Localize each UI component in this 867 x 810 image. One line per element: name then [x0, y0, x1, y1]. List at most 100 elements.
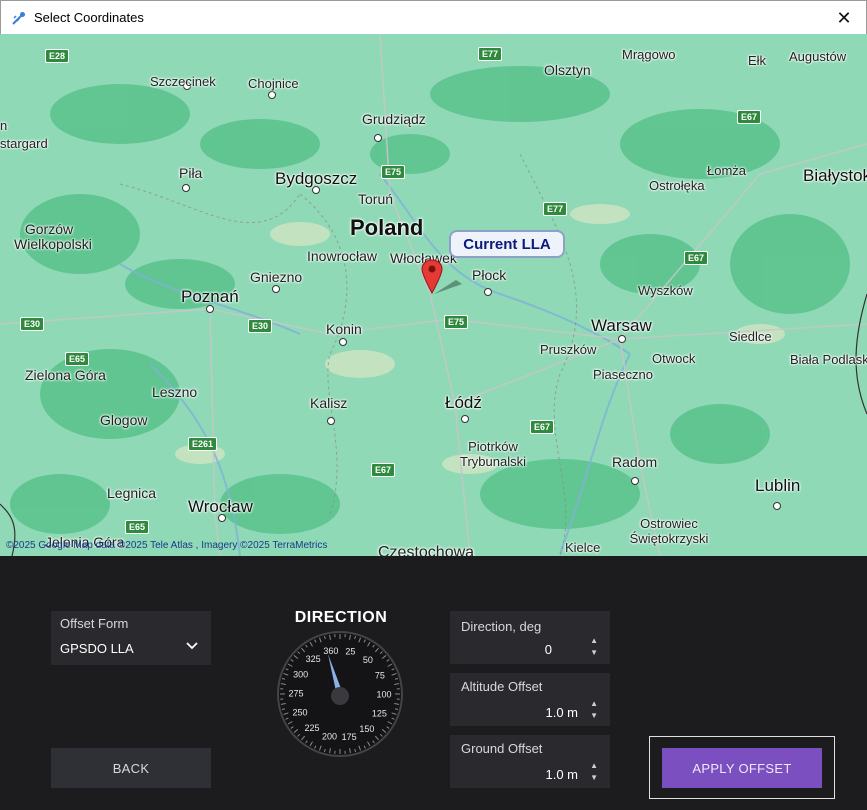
city-label: Inowrocław: [307, 248, 378, 264]
highway-shield: E77: [543, 202, 568, 216]
ground-offset-value[interactable]: 1.0 m: [545, 767, 578, 782]
dial-label: 275: [288, 688, 303, 698]
city-label: Piła: [179, 165, 203, 181]
decrement-icon[interactable]: ▼: [590, 772, 598, 784]
highway-shield: E67: [737, 110, 762, 124]
city-label: Biała Podlaska: [790, 352, 867, 367]
ground-spinner[interactable]: ▲ ▼: [590, 760, 598, 784]
city-label: Białystok: [803, 166, 867, 185]
city-label: Radom: [612, 454, 658, 470]
city-label: Częstochowa: [378, 544, 475, 556]
city-dot: [339, 338, 347, 346]
city-label: Ostrołęka: [649, 178, 705, 193]
city-dot: [327, 417, 335, 425]
altitude-spinner[interactable]: ▲ ▼: [590, 698, 598, 722]
city-label: Ostrowiec Świętokrzyski: [629, 516, 709, 546]
dial-label: 300: [293, 669, 308, 679]
altitude-offset-label: Altitude Offset: [461, 679, 543, 694]
city-label: Wrocław: [188, 497, 253, 516]
city-label: Warsaw: [591, 316, 652, 335]
highway-shield: E75: [444, 315, 469, 329]
decrement-icon[interactable]: ▼: [590, 647, 598, 659]
highway-shield: E28: [45, 49, 70, 63]
direction-deg-value[interactable]: 0: [545, 642, 552, 657]
ground-offset-field[interactable]: Ground Offset 1.0 m ▲ ▼: [450, 735, 610, 788]
highway-shield: E75: [381, 165, 406, 179]
offset-form-label: Offset Form: [60, 616, 129, 631]
city-dot: [182, 184, 190, 192]
city-dot: [374, 134, 382, 142]
country-label: Poland: [350, 215, 424, 240]
city-label: Toruń: [358, 191, 394, 207]
city-label: Grudziądz: [362, 111, 426, 127]
city-label: Pruszków: [540, 342, 597, 357]
city-label: Piotrków Trybunalski: [460, 439, 526, 469]
city-label: n: [0, 118, 8, 133]
city-label: Gniezno: [250, 269, 303, 285]
city-dot: [272, 285, 280, 293]
city-label: Bydgoszcz: [275, 169, 358, 188]
current-lla-label: Current LLA: [449, 230, 565, 258]
dial-label: 360: [323, 646, 338, 656]
city-label: Kielce: [565, 540, 601, 555]
highway-shield: E65: [65, 352, 90, 366]
highway-shield: E65: [125, 520, 150, 534]
direction-deg-field[interactable]: Direction, deg 0 ▲ ▼: [450, 611, 610, 664]
altitude-offset-field[interactable]: Altitude Offset 1.0 m ▲ ▼: [450, 673, 610, 726]
city-label: Poznań: [181, 287, 239, 306]
city-label: Legnica: [107, 485, 157, 501]
city-dot: [268, 91, 276, 99]
highway-shield: E77: [478, 47, 503, 61]
offset-form-value[interactable]: GPSDO LLA: [60, 641, 134, 656]
apply-offset-button[interactable]: APPLY OFFSET: [662, 748, 822, 788]
city-label: Leszno: [152, 384, 198, 400]
dial-label: 150: [359, 724, 374, 734]
highway-shield: E67: [684, 251, 709, 265]
dial-label: 200: [322, 732, 337, 742]
city-dot: [631, 477, 639, 485]
city-label: Szczecinek: [150, 74, 216, 89]
map-view[interactable]: E28 E77 E67 E75 E77 E30 E30 E65 E67 E75 …: [0, 34, 867, 556]
city-dot: [484, 288, 492, 296]
dial-label: 50: [363, 655, 373, 665]
dial-label: 125: [372, 709, 387, 719]
city-label: Augustów: [789, 49, 847, 64]
city-label: Lublin: [755, 476, 801, 495]
map-copyright: ©2025 Google Map data ©2025 Tele Atlas ,…: [6, 540, 328, 551]
location-pin-icon[interactable]: [420, 258, 468, 298]
highway-shield: E261: [188, 437, 218, 451]
city-label: stargard: [0, 136, 48, 151]
increment-icon[interactable]: ▲: [590, 760, 598, 772]
dial-label: 100: [376, 690, 391, 700]
direction-title: DIRECTION: [294, 609, 388, 626]
city-label: Wyszków: [638, 283, 693, 298]
city-label: Gorzów Wielkopolski: [14, 221, 92, 252]
city-label: Konin: [326, 321, 362, 337]
direction-spinner[interactable]: ▲ ▼: [590, 635, 598, 659]
city-label: Piaseczno: [593, 367, 653, 382]
altitude-offset-value[interactable]: 1.0 m: [545, 705, 578, 720]
app-icon: [12, 12, 25, 25]
increment-icon[interactable]: ▲: [590, 698, 598, 710]
chevron-down-icon[interactable]: [186, 642, 198, 650]
city-label: Płock: [472, 267, 507, 283]
highway-shield: E30: [248, 319, 273, 333]
direction-dial[interactable]: 360 255075100125150175200225250275300325: [276, 630, 404, 758]
back-button[interactable]: BACK: [51, 748, 211, 788]
ground-offset-label: Ground Offset: [461, 741, 543, 756]
dial-label: 250: [293, 707, 308, 717]
city-label: Chojnice: [248, 76, 299, 91]
city-label: Łomża: [707, 163, 747, 178]
increment-icon[interactable]: ▲: [590, 635, 598, 647]
offset-form-select[interactable]: Offset Form GPSDO LLA: [51, 611, 211, 665]
dial-label: 25: [345, 646, 355, 656]
city-label: Ełk: [748, 53, 767, 68]
close-icon[interactable]: ✕: [836, 8, 851, 29]
close-button[interactable]: ✕: [822, 1, 866, 35]
city-label: Kalisz: [310, 395, 348, 411]
dial-label: 75: [375, 671, 385, 681]
window-title: Select Coordinates: [34, 10, 144, 25]
direction-deg-label: Direction, deg: [461, 619, 542, 634]
dial-label: 325: [306, 654, 321, 664]
decrement-icon[interactable]: ▼: [590, 710, 598, 722]
